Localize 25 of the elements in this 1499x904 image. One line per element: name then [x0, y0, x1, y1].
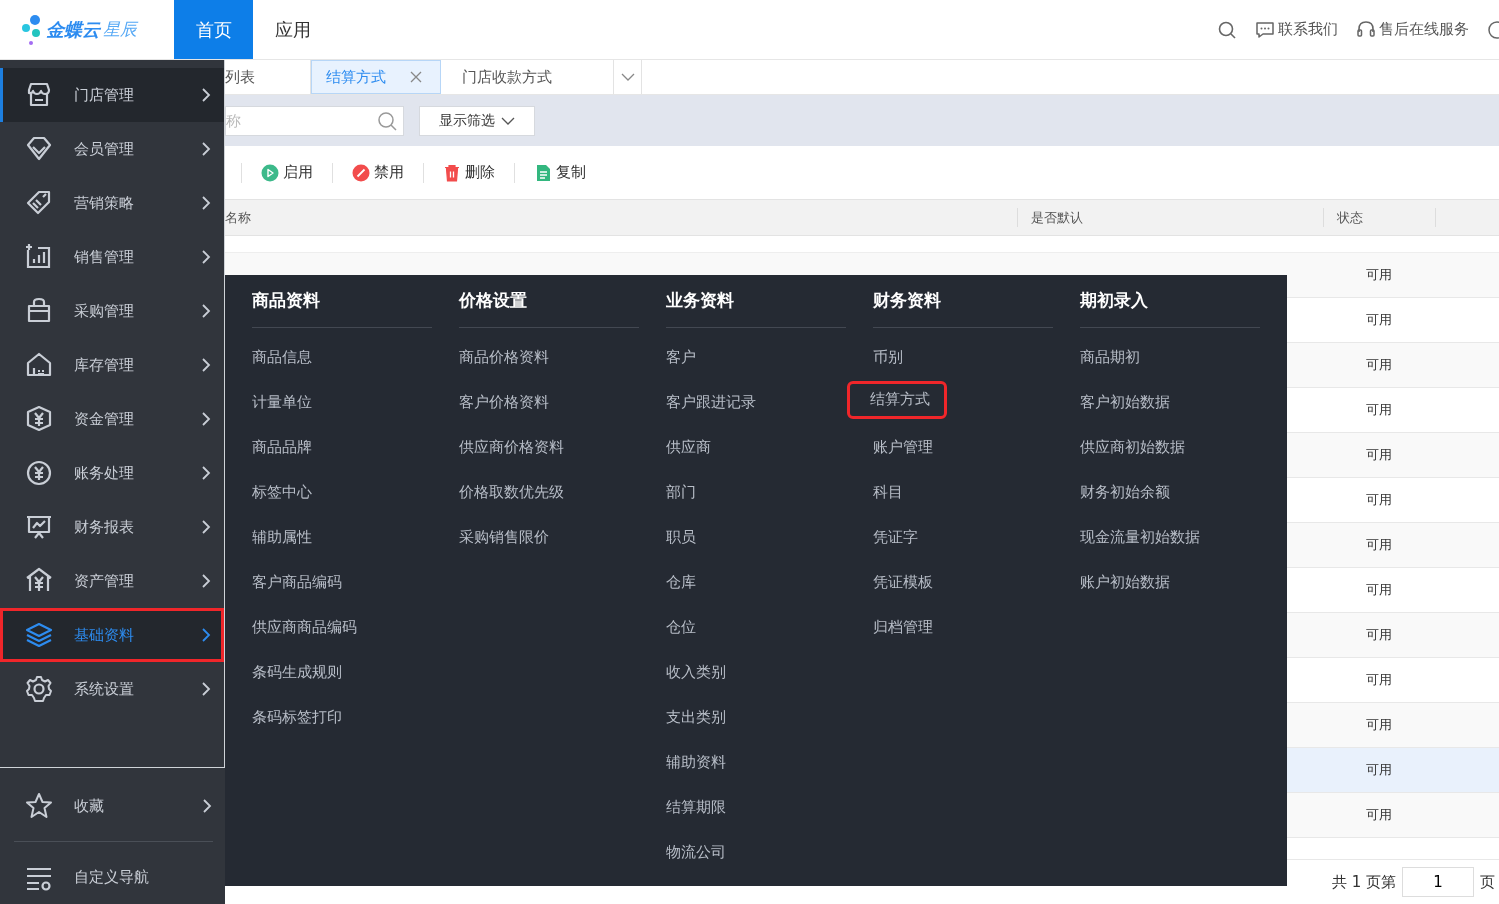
status-cell-text: 可用 — [1365, 581, 1393, 599]
page-count: 共 1 页第 — [1331, 872, 1396, 892]
column-header: 是否默认 — [1017, 208, 1323, 227]
menu-heading: 价格设置 — [459, 289, 527, 312]
status-cell-text: 可用 — [1365, 671, 1393, 689]
product-name: 星辰 — [103, 17, 137, 41]
status-cell-text: 可用 — [1365, 491, 1393, 509]
status-cell-text: 可用 — [1365, 311, 1393, 329]
status-cell-text: 可用 — [1365, 446, 1393, 464]
status-cell-text: 可用 — [1365, 356, 1393, 374]
menu-heading: 期初录入 — [1080, 289, 1148, 312]
page-label: 页 — [1480, 872, 1495, 892]
status-cell-text: 可用 — [1365, 761, 1393, 779]
status-cell-text: 可用 — [1365, 401, 1393, 419]
column-header: 名称 — [225, 208, 252, 227]
status-cell-text: 可用 — [1365, 536, 1393, 554]
brand-name: 金蝶云 — [46, 17, 100, 42]
menu-heading: 业务资料 — [666, 289, 734, 312]
column-header: 状态 — [1323, 208, 1435, 227]
status-cell-text: 可用 — [1365, 626, 1393, 644]
status-cell-text: 可用 — [1365, 716, 1393, 734]
status-cell-text: 可用 — [1365, 266, 1393, 284]
menu-heading: 财务资料 — [873, 289, 941, 312]
menu-heading: 商品资料 — [252, 289, 320, 312]
status-cell-text: 可用 — [1365, 806, 1393, 824]
